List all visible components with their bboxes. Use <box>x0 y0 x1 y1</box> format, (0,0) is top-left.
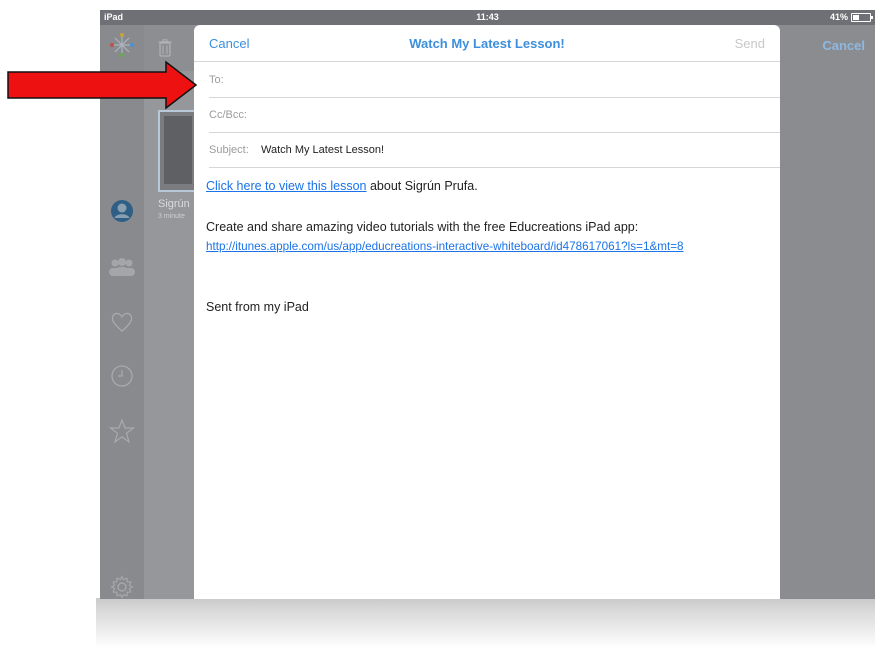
status-bar: iPad 11:43 41% <box>100 10 875 25</box>
lesson-timestamp: 3 minute <box>158 213 185 220</box>
app-sidebar <box>100 25 144 599</box>
mail-compose-sheet: Cancel Watch My Latest Lesson! Send To: … <box>194 25 780 599</box>
app-store-link[interactable]: http://itunes.apple.com/us/app/educreati… <box>206 240 684 253</box>
to-field[interactable]: To: <box>209 62 780 98</box>
app-logo-icon[interactable] <box>108 31 136 59</box>
lesson-title: Sigrún <box>158 198 190 210</box>
lesson-thumbnail[interactable] <box>158 110 198 192</box>
heart-icon[interactable] <box>108 308 136 336</box>
group-icon[interactable] <box>108 253 136 281</box>
signature: Sent from my iPad <box>206 300 309 314</box>
profile-icon[interactable] <box>108 197 136 225</box>
clock-icon[interactable] <box>108 362 136 390</box>
trash-icon[interactable] <box>158 39 172 62</box>
subject-value[interactable]: Watch My Latest Lesson! <box>261 144 384 156</box>
background-cancel-button[interactable]: Cancel <box>822 38 865 53</box>
cc-bcc-label: Cc/Bcc: <box>209 109 247 121</box>
view-lesson-link[interactable]: Click here to view this lesson <box>206 179 366 193</box>
subject-label: Subject: <box>209 144 249 156</box>
cc-bcc-field[interactable]: Cc/Bcc: <box>209 97 780 133</box>
lesson-list: Sigrún 3 minute <box>144 25 198 599</box>
device-shadow <box>96 598 875 648</box>
battery-indicator: 41% <box>829 12 873 22</box>
settings-gear-icon[interactable] <box>108 573 136 599</box>
lesson-link-line: Click here to view this lesson about Sig… <box>206 179 478 193</box>
subject-field[interactable]: Subject: Watch My Latest Lesson! <box>209 132 780 168</box>
star-icon[interactable] <box>108 417 136 445</box>
send-button[interactable]: Send <box>735 36 765 51</box>
promo-text: Create and share amazing video tutorials… <box>206 220 639 234</box>
battery-percent: 41% <box>829 12 848 22</box>
red-arrow-annotation <box>7 60 198 110</box>
compose-title: Watch My Latest Lesson! <box>409 36 565 51</box>
clock: 11:43 <box>476 12 499 22</box>
battery-icon <box>851 12 873 22</box>
compose-nav-bar: Cancel Watch My Latest Lesson! Send <box>194 25 780 62</box>
to-label: To: <box>209 74 224 86</box>
background-right-panel: Cancel <box>780 25 875 599</box>
lesson-link-suffix: about Sigrún Prufa. <box>366 179 478 193</box>
